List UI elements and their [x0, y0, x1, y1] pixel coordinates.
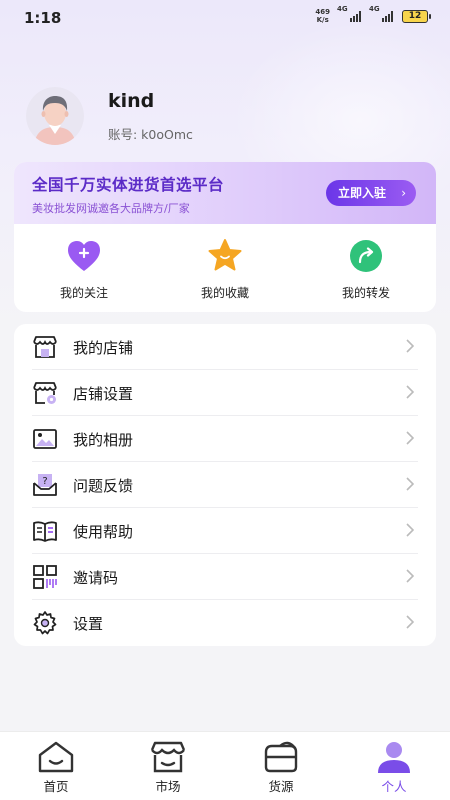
person-icon — [378, 742, 410, 773]
signal-icon: 4G — [337, 5, 361, 22]
chevron-right-icon: › — [401, 186, 406, 200]
username: kind — [108, 90, 155, 112]
quick-action-favorites[interactable]: 我的收藏 — [155, 224, 295, 312]
menu-item-my-store[interactable]: 我的店铺 — [14, 324, 436, 370]
menu-item-help[interactable]: 使用帮助 — [14, 508, 436, 554]
supply-icon — [264, 741, 298, 773]
qr-code-icon — [33, 565, 57, 589]
join-now-button[interactable]: 立即入驻 › — [326, 180, 416, 206]
heart-plus-icon — [68, 241, 100, 271]
share-icon — [350, 240, 382, 272]
quick-action-shares[interactable]: 我的转发 — [296, 224, 436, 312]
status-time: 1:18 — [24, 9, 62, 27]
store-icon — [33, 336, 57, 358]
menu-item-invite-code[interactable]: 邀请码 — [14, 554, 436, 600]
nav-home[interactable]: 首页 — [0, 732, 112, 800]
album-icon — [33, 429, 57, 449]
quick-action-following[interactable]: 我的关注 — [14, 224, 154, 312]
menu-list: 我的店铺 店铺设置 我的相册 ? 问题反馈 使用帮助 邀请码 设置 — [14, 324, 436, 646]
menu-item-store-settings[interactable]: 店铺设置 — [14, 370, 436, 416]
network-speed: 469 K/s — [315, 8, 330, 24]
bottom-navigation: 首页 市场 货源 个人 — [0, 731, 450, 800]
home-icon — [38, 741, 74, 773]
market-icon — [150, 741, 186, 773]
promo-card: 全国千万实体进货首选平台 美妆批发网诚邀各大品牌方/厂家 立即入驻 › 我的关注… — [14, 162, 436, 312]
menu-item-settings[interactable]: 设置 — [14, 600, 436, 646]
store-settings-icon — [33, 382, 57, 404]
nav-profile[interactable]: 个人 — [338, 732, 450, 800]
banner-subtitle: 美妆批发网诚邀各大品牌方/厂家 — [32, 202, 190, 215]
chevron-right-icon — [406, 615, 414, 629]
help-book-icon — [33, 521, 57, 542]
signal-icon: 4G — [369, 5, 393, 22]
status-bar: 1:18 469 K/s 4G 4G 12 — [0, 0, 450, 36]
nav-supply[interactable]: 货源 — [225, 732, 337, 800]
battery-icon: 12 — [402, 9, 431, 23]
menu-item-my-album[interactable]: 我的相册 — [14, 416, 436, 462]
chevron-right-icon — [406, 385, 414, 399]
chevron-right-icon — [406, 431, 414, 445]
menu-item-feedback[interactable]: ? 问题反馈 — [14, 462, 436, 508]
feedback-icon: ? — [33, 474, 57, 496]
chevron-right-icon — [406, 339, 414, 353]
chevron-right-icon — [406, 523, 414, 537]
nav-market[interactable]: 市场 — [112, 732, 224, 800]
star-icon — [208, 239, 242, 271]
avatar[interactable] — [26, 87, 84, 145]
banner-title: 全国千万实体进货首选平台 — [32, 176, 225, 194]
gear-icon — [33, 611, 57, 635]
status-indicators: 469 K/s 4G 4G 12 — [315, 5, 431, 24]
chevron-right-icon — [406, 477, 414, 491]
merchant-banner[interactable]: 全国千万实体进货首选平台 美妆批发网诚邀各大品牌方/厂家 立即入驻 › — [14, 162, 436, 224]
svg-text:?: ? — [42, 476, 47, 487]
chevron-right-icon — [406, 569, 414, 583]
account-id: 账号: k0oOmc — [108, 127, 193, 142]
